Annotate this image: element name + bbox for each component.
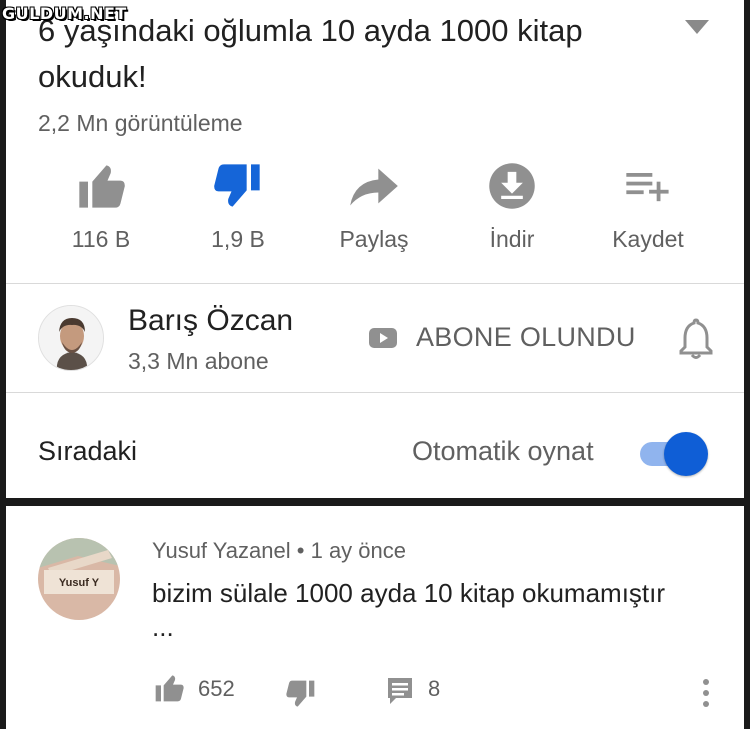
- channel-avatar[interactable]: [38, 305, 104, 371]
- action-bar: 116 B 1,9 B Paylaş İndir Kaydet: [6, 160, 744, 260]
- download-icon: [489, 163, 535, 209]
- comment-separator: •: [296, 538, 305, 563]
- comment-text: bizim sülale 1000 ayda 10 kitap okumamış…: [152, 578, 666, 642]
- video-info-panel: 6 yaşındaki oğlumla 10 ayda 1000 kitap o…: [6, 0, 744, 498]
- like-count: 116 B: [71, 226, 131, 252]
- comment-actions: 652 8: [6, 670, 744, 710]
- comment-author[interactable]: Yusuf Yazanel: [152, 538, 291, 563]
- share-icon: [350, 168, 398, 206]
- channel-name[interactable]: Barış Özcan: [128, 304, 293, 338]
- subscribe-icon: [369, 328, 397, 348]
- comment-time: 1 ay önce: [310, 538, 406, 563]
- comment-avatar-text: Yusuf Y: [59, 577, 100, 589]
- download-label: İndir: [489, 226, 535, 252]
- dislike-button[interactable]: 1,9 B: [168, 160, 308, 253]
- channel-avatar-image: [39, 306, 103, 370]
- download-button[interactable]: İndir: [442, 160, 582, 253]
- dislike-count: 1,9 B: [211, 226, 265, 252]
- share-button[interactable]: Paylaş: [304, 160, 444, 253]
- up-next-label: Sıradaki: [38, 436, 138, 466]
- view-count: 2,2 Mn görüntüleme: [38, 110, 243, 136]
- thumb-down-icon[interactable]: [284, 678, 318, 710]
- save-label: Kaydet: [612, 226, 684, 252]
- watermark: GULDUM.NET: [2, 4, 127, 23]
- bell-icon[interactable]: [678, 316, 714, 360]
- comment-reply-count: 8: [428, 676, 441, 701]
- comment-meta: Yusuf Yazanel • 1 ay önce: [152, 538, 406, 564]
- thumb-up-icon: [79, 165, 125, 208]
- autoplay-toggle-knob: [664, 432, 708, 476]
- comment-avatar-image: Yusuf Y: [38, 538, 120, 620]
- subscribe-button[interactable]: ABONE OLUNDU: [416, 322, 636, 353]
- reply-icon[interactable]: [386, 676, 414, 706]
- more-vert-icon[interactable]: [700, 678, 712, 710]
- like-button[interactable]: 116 B: [31, 160, 171, 253]
- save-button[interactable]: Kaydet: [578, 160, 718, 253]
- thumb-up-icon[interactable]: [152, 672, 186, 704]
- autoplay-label: Otomatik oynat: [412, 436, 594, 466]
- thumb-down-icon: [214, 164, 260, 207]
- add-to-playlist-icon: [626, 173, 669, 202]
- chevron-down-icon[interactable]: [682, 16, 712, 38]
- video-title: 6 yaşındaki oğlumla 10 ayda 1000 kitap o…: [38, 13, 583, 94]
- subscriber-count: 3,3 Mn abone: [128, 348, 269, 374]
- share-label: Paylaş: [339, 226, 409, 252]
- comment-like-count: 652: [198, 676, 235, 701]
- autoplay-toggle[interactable]: [638, 432, 708, 476]
- divider: [6, 283, 744, 284]
- comment-panel: Yusuf Y Yusuf Yazanel • 1 ay önce bizim …: [6, 506, 744, 729]
- divider: [6, 392, 744, 393]
- comment-avatar[interactable]: Yusuf Y: [38, 538, 120, 620]
